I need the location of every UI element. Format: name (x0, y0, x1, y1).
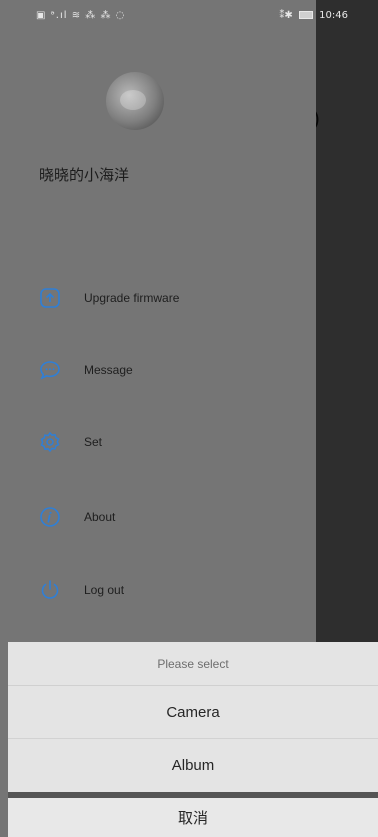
menu-item-message[interactable]: Message (36, 350, 296, 390)
action-sheet: Please select Camera Album (8, 642, 378, 792)
menu-item-label: Message (84, 363, 133, 377)
camera-option[interactable]: Camera (8, 686, 378, 739)
message-icon (36, 356, 64, 384)
menu-item-label: About (84, 510, 116, 524)
upgrade-icon (36, 284, 64, 312)
menu-item-upgrade-firmware[interactable]: Upgrade firmware (36, 278, 296, 318)
menu-item-label: Set (84, 435, 103, 449)
status-time: 10:46 (319, 10, 348, 21)
menu-item-about[interactable]: About (36, 497, 296, 537)
album-option[interactable]: Album (8, 739, 378, 792)
power-icon (36, 576, 64, 604)
cancel-button[interactable]: 取消 (8, 798, 378, 837)
menu-item-set[interactable]: Set (36, 422, 296, 462)
status-icons: ⁑✱ (279, 10, 293, 21)
info-icon (36, 503, 64, 531)
battery-icon (298, 11, 313, 19)
status-bar: ▣ ᵊ.ıl ≋ ⁂ ⁂ ◌ ⁑✱ 10:46 (0, 0, 378, 32)
menu-item-label: Upgrade firmware (84, 291, 180, 305)
status-bar-left: ▣ ᵊ.ıl ≋ ⁂ ⁂ ◌ (36, 10, 126, 21)
gear-icon (36, 428, 64, 456)
action-sheet-title: Please select (8, 642, 378, 686)
menu-item-label: Log out (84, 583, 125, 597)
menu-item-log-out[interactable]: Log out (36, 570, 296, 610)
status-bar-right: ⁑✱ 10:46 (279, 10, 348, 21)
username: 晓晓的小海洋 (39, 167, 130, 184)
avatar[interactable] (106, 72, 164, 130)
